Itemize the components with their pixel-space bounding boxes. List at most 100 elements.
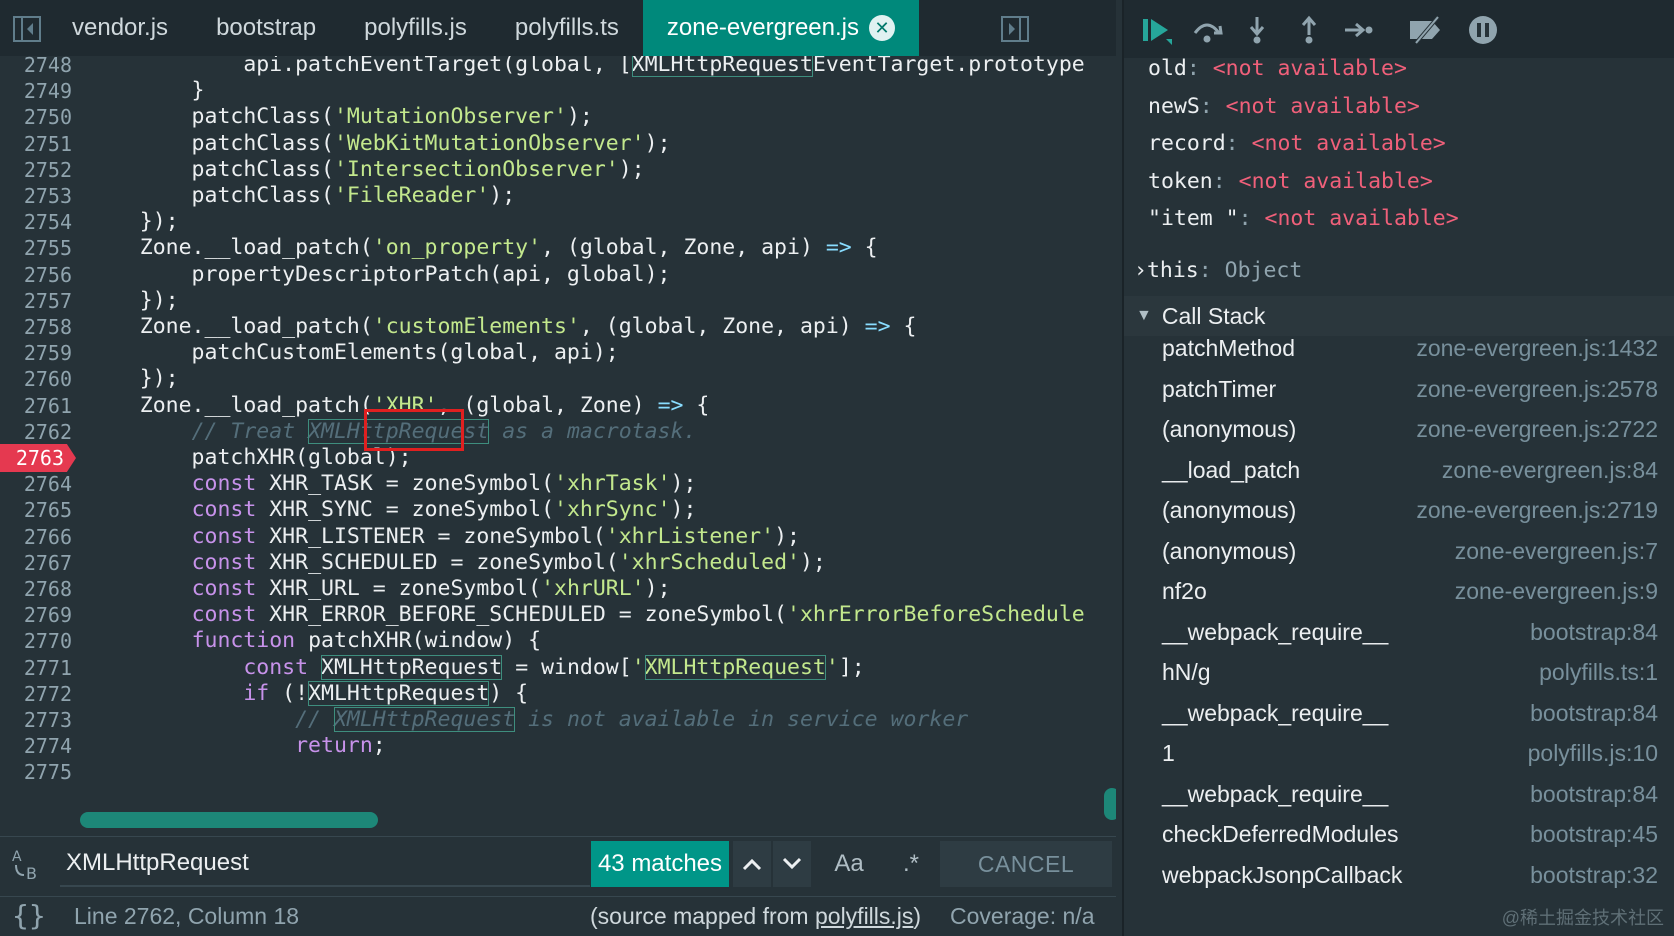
tab-polyfills-js[interactable]: polyfills.js xyxy=(340,0,491,56)
code-line[interactable]: 2761 Zone.__load_patch('XHR', (global, Z… xyxy=(0,392,1116,420)
call-stack-frame[interactable]: patchMethod zone-evergreen.js:1432 xyxy=(1124,327,1674,370)
code-line[interactable]: 2762 // Treat XMLHttpRequest as a macrot… xyxy=(0,418,1116,446)
line-number[interactable]: 2758 xyxy=(0,313,72,341)
prev-match-button[interactable] xyxy=(733,841,771,887)
call-stack-frame[interactable]: patchTimer zone-evergreen.js:2578 xyxy=(1124,368,1674,411)
line-number[interactable]: 2772 xyxy=(0,680,72,708)
code-line[interactable]: 2767 const XHR_SCHEDULED = zoneSymbol('x… xyxy=(0,549,1116,577)
scope-row[interactable]: "item ": <not available> xyxy=(1148,206,1459,242)
panel-toggle-icon[interactable] xyxy=(1000,14,1030,44)
code-line[interactable]: 2750 patchClass('MutationObserver'); xyxy=(0,103,1116,131)
cancel-button[interactable]: CANCEL xyxy=(940,841,1112,887)
call-stack-frame[interactable]: nf2o zone-evergreen.js:9 xyxy=(1124,570,1674,613)
case-sensitive-icon[interactable]: AB xyxy=(10,845,48,883)
pretty-print-button[interactable]: {} xyxy=(12,899,46,932)
line-number[interactable]: 2753 xyxy=(0,182,72,210)
next-match-button[interactable] xyxy=(773,841,811,887)
code-line[interactable]: 2749 } xyxy=(0,77,1116,105)
line-number[interactable]: 2774 xyxy=(0,732,72,760)
code-line[interactable]: 2764 const XHR_TASK = zoneSymbol('xhrTas… xyxy=(0,470,1116,498)
code-line[interactable]: 2748 api.patchEventTarget(global, [XMLHt… xyxy=(0,56,1116,79)
code-line[interactable]: 2774 return; xyxy=(0,732,1116,760)
line-number[interactable]: 2764 xyxy=(0,470,72,498)
breakpoint-line-number[interactable]: 2763 xyxy=(0,444,76,472)
line-number[interactable]: 2760 xyxy=(0,365,72,393)
code-line[interactable]: 2771 const XMLHttpRequest = window['XMLH… xyxy=(0,654,1116,682)
line-number[interactable]: 2761 xyxy=(0,392,72,420)
line-number[interactable]: 2752 xyxy=(0,156,72,184)
scope-row-this[interactable]: ›this: Object xyxy=(1134,258,1302,294)
line-number[interactable]: 2750 xyxy=(0,103,72,131)
scope-row[interactable]: old: <not available> xyxy=(1148,56,1407,92)
line-number[interactable]: 2756 xyxy=(0,261,72,289)
close-icon[interactable]: ✕ xyxy=(868,15,895,41)
line-number[interactable]: 2762 xyxy=(0,418,72,446)
tab-zone-evergreen-js[interactable]: zone-evergreen.js ✕ xyxy=(642,0,919,56)
line-number[interactable]: 2766 xyxy=(0,523,72,551)
line-number[interactable]: 2757 xyxy=(0,287,72,315)
horizontal-scrollbar[interactable] xyxy=(80,812,378,828)
line-number[interactable]: 2754 xyxy=(0,208,72,236)
call-stack-frame[interactable]: 1 polyfills.js:10 xyxy=(1124,732,1674,775)
scope-row[interactable]: record: <not available> xyxy=(1148,131,1446,167)
call-stack-frame[interactable]: hN/g polyfills.ts:1 xyxy=(1124,651,1674,694)
line-number[interactable]: 2759 xyxy=(0,339,72,367)
call-stack-frame[interactable]: webpackJsonpCallback bootstrap:32 xyxy=(1124,854,1674,897)
code-line[interactable]: 2752 patchClass('IntersectionObserver'); xyxy=(0,156,1116,184)
line-number[interactable]: 2767 xyxy=(0,549,72,577)
code-line[interactable]: 2756 propertyDescriptorPatch(api, global… xyxy=(0,261,1116,289)
call-stack-frame[interactable]: __load_patch zone-evergreen.js:84 xyxy=(1124,449,1674,492)
line-number[interactable]: 2765 xyxy=(0,496,72,524)
tab-vendor-js[interactable]: vendor.js xyxy=(48,0,192,56)
code-line[interactable]: 2770 function patchXHR(window) { xyxy=(0,627,1116,655)
call-stack-frame[interactable]: (anonymous) zone-evergreen.js:2722 xyxy=(1124,408,1674,451)
code-line[interactable]: 2758 Zone.__load_patch('customElements',… xyxy=(0,313,1116,341)
call-stack-frame[interactable]: __webpack_require__ bootstrap:84 xyxy=(1124,692,1674,735)
call-stack-frame[interactable]: __webpack_require__ bootstrap:84 xyxy=(1124,773,1674,816)
code-line[interactable]: 2772 if (!XMLHttpRequest) { xyxy=(0,680,1116,708)
call-stack-frame[interactable]: __webpack_require__ bootstrap:84 xyxy=(1124,611,1674,654)
step-button[interactable] xyxy=(1340,12,1378,48)
match-case-button[interactable]: Aa xyxy=(814,841,884,887)
code-line[interactable]: 2765 const XHR_SYNC = zoneSymbol('xhrSyn… xyxy=(0,496,1116,524)
code-line[interactable]: 2757 }); xyxy=(0,287,1116,315)
sidebar-toggle-icon[interactable] xyxy=(12,14,42,44)
code-line[interactable]: 2773 // XMLHttpRequest is not available … xyxy=(0,706,1116,734)
line-number[interactable]: 2769 xyxy=(0,601,72,629)
call-stack-frame[interactable]: checkDeferredModules bootstrap:45 xyxy=(1124,813,1674,856)
code-line[interactable]: 2751 patchClass('WebKitMutationObserver'… xyxy=(0,130,1116,158)
step-over-button[interactable] xyxy=(1188,12,1226,48)
search-input[interactable] xyxy=(60,841,590,887)
step-into-button[interactable] xyxy=(1238,12,1276,48)
tab-bootstrap[interactable]: bootstrap xyxy=(192,0,340,56)
code-line[interactable]: 2759 patchCustomElements(global, api); xyxy=(0,339,1116,367)
code-line[interactable]: 2766 const XHR_LISTENER = zoneSymbol('xh… xyxy=(0,523,1116,551)
vertical-scrollbar[interactable] xyxy=(1104,788,1116,820)
line-number[interactable]: 2755 xyxy=(0,234,72,262)
line-number[interactable]: 2748 xyxy=(0,56,72,79)
call-stack-frame[interactable]: (anonymous) zone-evergreen.js:7 xyxy=(1124,530,1674,573)
code-line[interactable]: 2754 }); xyxy=(0,208,1116,236)
code-line[interactable]: 2763 patchXHR(global); xyxy=(0,444,1116,472)
line-number[interactable]: 2771 xyxy=(0,654,72,682)
code-line[interactable]: 2753 patchClass('FileReader'); xyxy=(0,182,1116,210)
code-line[interactable]: 2769 const XHR_ERROR_BEFORE_SCHEDULED = … xyxy=(0,601,1116,629)
code-line[interactable]: 2768 const XHR_URL = zoneSymbol('xhrURL'… xyxy=(0,575,1116,603)
tab-polyfills-ts[interactable]: polyfills.ts xyxy=(491,0,643,56)
pause-on-exceptions-button[interactable] xyxy=(1464,12,1502,48)
scope-row[interactable]: token: <not available> xyxy=(1148,169,1433,205)
code-editor[interactable]: 2748 api.patchEventTarget(global, [XMLHt… xyxy=(0,56,1116,826)
regex-button[interactable]: .* xyxy=(884,841,938,887)
scope-row[interactable]: newS: <not available> xyxy=(1148,94,1420,130)
line-number[interactable]: 2751 xyxy=(0,130,72,158)
code-line[interactable]: 2755 Zone.__load_patch('on_property', (g… xyxy=(0,234,1116,262)
source-map-link[interactable]: polyfills.js xyxy=(815,903,913,929)
resume-button[interactable] xyxy=(1138,12,1176,48)
code-line[interactable]: 2775 xyxy=(0,758,1116,786)
call-stack-frame[interactable]: (anonymous) zone-evergreen.js:2719 xyxy=(1124,489,1674,532)
line-number[interactable]: 2749 xyxy=(0,77,72,105)
line-number[interactable]: 2768 xyxy=(0,575,72,603)
deactivate-breakpoints-button[interactable] xyxy=(1408,12,1446,48)
line-number[interactable]: 2770 xyxy=(0,627,72,655)
step-out-button[interactable] xyxy=(1290,12,1328,48)
